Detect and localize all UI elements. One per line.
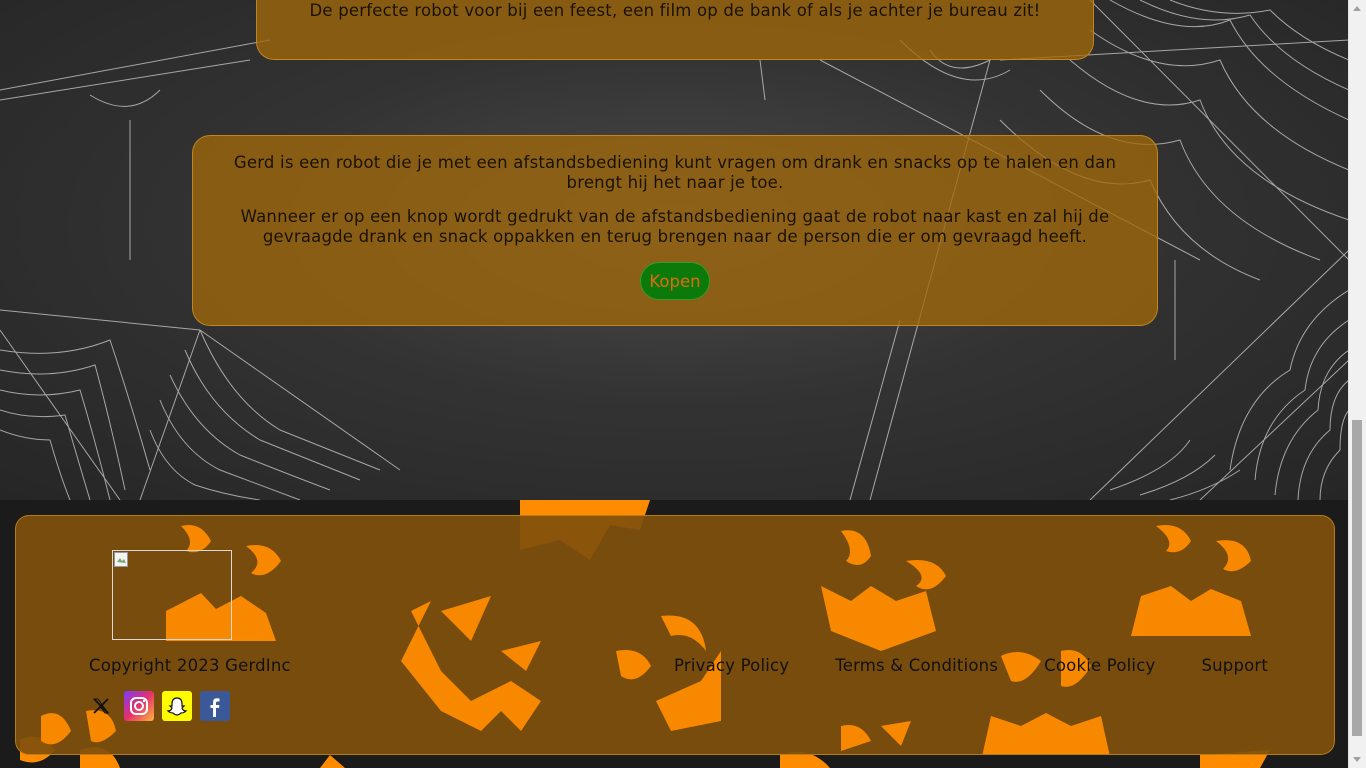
product-description-card: Gerd is een robot die je met een afstand… [192,135,1158,326]
tagline-card: De perfecte robot voor bij een feest, ee… [256,0,1094,60]
scrollbar-thumb[interactable] [1352,420,1362,736]
x-icon[interactable] [86,691,116,721]
snapchat-icon[interactable] [162,691,192,721]
tagline-text: De perfecte robot voor bij een feest, ee… [309,1,1041,20]
support-link[interactable]: Support [1201,656,1268,675]
privacy-policy-link[interactable]: Privacy Policy [674,656,789,675]
scroll-down-arrow-icon[interactable] [1353,757,1361,762]
facebook-icon[interactable] [200,691,230,721]
cookie-policy-link[interactable]: Cookie Policy [1044,656,1155,675]
buy-button[interactable]: Kopen [640,262,710,300]
footer: Copyright 2023 GerdInc Privacy Policy Te… [0,500,1349,768]
description-paragraph-1: Gerd is een robot die je met een afstand… [233,153,1117,192]
vertical-scrollbar[interactable] [1348,0,1366,768]
copyright-text: Copyright 2023 GerdInc [89,656,291,675]
hero-section: De perfecte robot voor bij een feest, ee… [0,0,1349,500]
broken-image-icon [114,552,128,567]
footer-card: Copyright 2023 GerdInc Privacy Policy Te… [15,515,1335,755]
footer-links: Privacy Policy Terms & Conditions Cookie… [674,656,1314,675]
instagram-icon[interactable] [124,691,154,721]
terms-conditions-link[interactable]: Terms & Conditions [835,656,998,675]
social-icons [86,691,230,721]
company-logo [112,550,232,640]
scroll-up-arrow-icon[interactable] [1353,6,1361,11]
description-paragraph-2: Wanneer er op een knop wordt gedrukt van… [240,207,1110,246]
